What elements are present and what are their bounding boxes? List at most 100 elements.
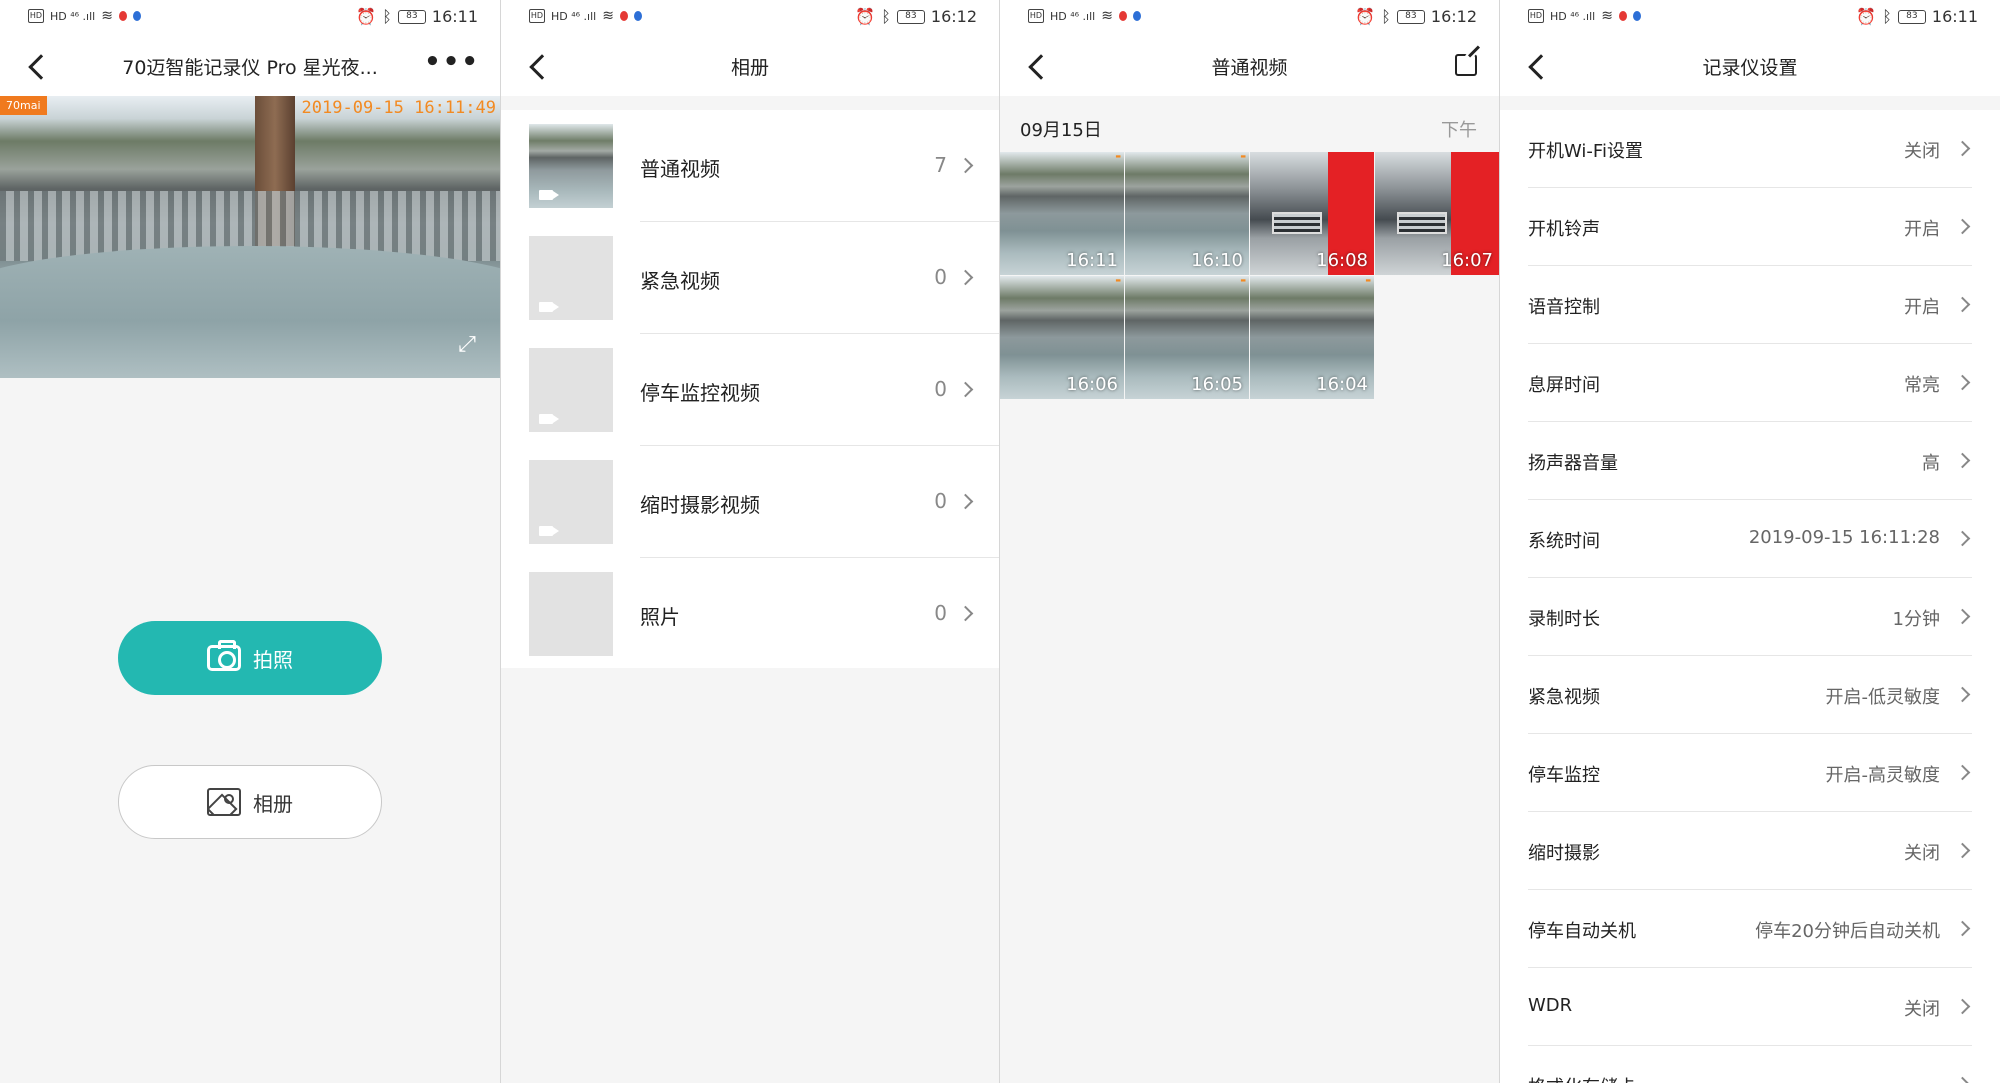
setting-speaker-volume[interactable]: 扬声器音量 高 — [1500, 422, 2000, 500]
setting-boot-sound[interactable]: 开机铃声 开启 — [1500, 188, 2000, 266]
setting-label: 紧急视频 — [1528, 687, 1600, 708]
album-button[interactable]: 相册 — [118, 765, 382, 839]
live-camera-view[interactable]: 70mai 2019-09-15 16:11:49 ⤢ — [0, 96, 500, 378]
setting-label: WDR — [1528, 995, 1573, 1016]
status-right-icons: ⏰ ᛒ 83 16:11 — [356, 7, 478, 26]
chevron-right-icon — [1954, 686, 1971, 703]
album-row-normal-video[interactable]: 普通视频 7 — [501, 110, 999, 222]
album-thumbnail — [529, 236, 613, 320]
setting-record-duration[interactable]: 录制时长 1分钟 — [1500, 578, 2000, 656]
setting-wifi-on-boot[interactable]: 开机Wi-Fi设置 关闭 — [1500, 110, 2000, 188]
setting-label: 录制时长 — [1528, 609, 1600, 630]
setting-value: 开启-高灵敏度 — [1825, 765, 1941, 786]
status-left-icons: HD HD ⁴⁶ .ıll ≋ — [1528, 8, 1641, 24]
more-icon[interactable]: ••• — [424, 49, 480, 75]
chevron-right-icon — [957, 269, 974, 286]
album-list: 普通视频 7 紧急视频 0 停车监控视频 0 缩时摄影视频 0 照片 0 — [501, 110, 999, 668]
notify-blue-icon — [633, 11, 642, 21]
setting-label: 格式化存储卡 — [1528, 1073, 1636, 1083]
status-right-icons: ⏰ ᛒ 83 16:11 — [1856, 7, 1978, 26]
page-title: 普通视频 — [1211, 57, 1288, 79]
chevron-right-icon — [1954, 842, 1971, 859]
thumb-stamp-icon: ▬ — [1365, 277, 1371, 284]
fullscreen-icon[interactable]: ⤢ — [452, 330, 482, 360]
album-count: 0 — [934, 265, 947, 289]
nav-bar: 相册 — [501, 36, 999, 96]
video-thumbnail[interactable]: 16:08 — [1250, 152, 1374, 275]
album-count: 0 — [934, 489, 947, 513]
video-icon — [539, 190, 559, 200]
chevron-right-icon — [1954, 218, 1971, 235]
setting-parking-monitor[interactable]: 停车监控 开启-高灵敏度 — [1500, 734, 2000, 812]
setting-format-card[interactable]: 格式化存储卡 — [1500, 1046, 2000, 1083]
status-time: 16:12 — [1430, 7, 1477, 26]
chevron-right-icon — [957, 157, 974, 174]
video-thumbnail[interactable]: ▬ 16:05 — [1125, 276, 1249, 399]
album-count: 7 — [934, 153, 947, 177]
video-thumbnail[interactable]: ▬ 16:06 — [1000, 276, 1124, 399]
notify-red-icon — [1618, 11, 1627, 21]
chevron-right-icon — [957, 605, 974, 622]
alarm-icon: ⏰ — [1856, 7, 1877, 26]
album-row-photos[interactable]: 照片 0 — [501, 558, 999, 670]
notify-red-icon — [118, 11, 127, 21]
nav-bar: 普通视频 — [1000, 36, 1499, 96]
chevron-right-icon — [957, 381, 974, 398]
setting-label: 缩时摄影 — [1528, 843, 1600, 864]
setting-emergency-video[interactable]: 紧急视频 开启-低灵敏度 — [1500, 656, 2000, 734]
album-row-emergency-video[interactable]: 紧急视频 0 — [501, 222, 999, 334]
thumb-stamp-icon: ▬ — [1240, 153, 1246, 160]
status-time: 16:12 — [930, 7, 977, 26]
setting-value: 常亮 — [1904, 375, 1940, 396]
alarm-icon: ⏰ — [356, 7, 377, 26]
status-right-icons: ⏰ ᛒ 83 16:12 — [855, 7, 977, 26]
video-thumbnail[interactable]: ▬ 16:11 — [1000, 152, 1124, 275]
album-thumbnail — [529, 572, 613, 656]
video-time: 16:05 — [1191, 374, 1243, 395]
setting-auto-shutdown[interactable]: 停车自动关机 停车20分钟后自动关机 — [1500, 890, 2000, 968]
status-left-icons: HD HD ⁴⁶ .ıll ≋ — [529, 8, 642, 24]
signal-text: HD ⁴⁶ .ıll — [50, 9, 96, 23]
setting-label: 语音控制 — [1528, 297, 1600, 318]
bluetooth-icon: ᛒ — [382, 7, 392, 26]
wifi-icon: ≋ — [101, 8, 113, 24]
video-thumbnail[interactable]: ▬ 16:04 — [1250, 276, 1374, 399]
battery-icon: 83 — [1396, 9, 1425, 24]
chevron-right-icon — [1954, 608, 1971, 625]
notify-red-icon — [619, 11, 628, 21]
album-row-timelapse-video[interactable]: 缩时摄影视频 0 — [501, 446, 999, 558]
hd-icon: HD — [28, 9, 44, 23]
setting-value: 开启 — [1904, 219, 1940, 240]
setting-wdr[interactable]: WDR 关闭 — [1500, 968, 2000, 1046]
wifi-icon: ≋ — [602, 8, 614, 24]
setting-value: 开启 — [1904, 297, 1940, 318]
edit-icon[interactable] — [1455, 54, 1477, 76]
setting-screen-timeout[interactable]: 息屏时间 常亮 — [1500, 344, 2000, 422]
video-time: 16:07 — [1441, 250, 1493, 271]
album-row-parking-video[interactable]: 停车监控视频 0 — [501, 334, 999, 446]
thumb-stamp-icon: ▬ — [1240, 277, 1246, 284]
status-bar: HD HD ⁴⁶ .ıll ≋ ⏰ ᛒ 83 16:12 — [501, 0, 999, 36]
alarm-icon: ⏰ — [855, 7, 876, 26]
video-thumbnail[interactable]: ▬ 16:10 — [1125, 152, 1249, 275]
signal-text: HD ⁴⁶ .ıll — [1050, 9, 1096, 23]
status-left-icons: HD HD ⁴⁶ .ıll ≋ — [28, 8, 141, 24]
setting-timelapse[interactable]: 缩时摄影 关闭 — [1500, 812, 2000, 890]
take-photo-button[interactable]: 拍照 — [118, 621, 382, 695]
video-time: 16:10 — [1191, 250, 1243, 271]
album-label: 停车监控视频 — [640, 381, 760, 405]
thumb-stamp-icon: ▬ — [1115, 277, 1121, 284]
album-thumbnail — [529, 348, 613, 432]
status-bar: HD HD ⁴⁶ .ıll ≋ ⏰ ᛒ 83 16:11 — [0, 0, 500, 36]
album-thumbnail — [529, 124, 613, 208]
video-thumbnail[interactable]: 16:07 — [1375, 152, 1499, 275]
hd-icon: HD — [1528, 9, 1544, 23]
album-count: 0 — [934, 601, 947, 625]
album-button-label: 相册 — [253, 791, 293, 816]
bluetooth-icon: ᛒ — [1381, 7, 1391, 26]
setting-voice-control[interactable]: 语音控制 开启 — [1500, 266, 2000, 344]
setting-value: 停车20分钟后自动关机 — [1755, 921, 1940, 942]
album-label: 普通视频 — [640, 157, 720, 181]
bluetooth-icon: ᛒ — [1882, 7, 1892, 26]
setting-system-time[interactable]: 系统时间 2019-09-15 16:11:28 — [1500, 500, 2000, 578]
